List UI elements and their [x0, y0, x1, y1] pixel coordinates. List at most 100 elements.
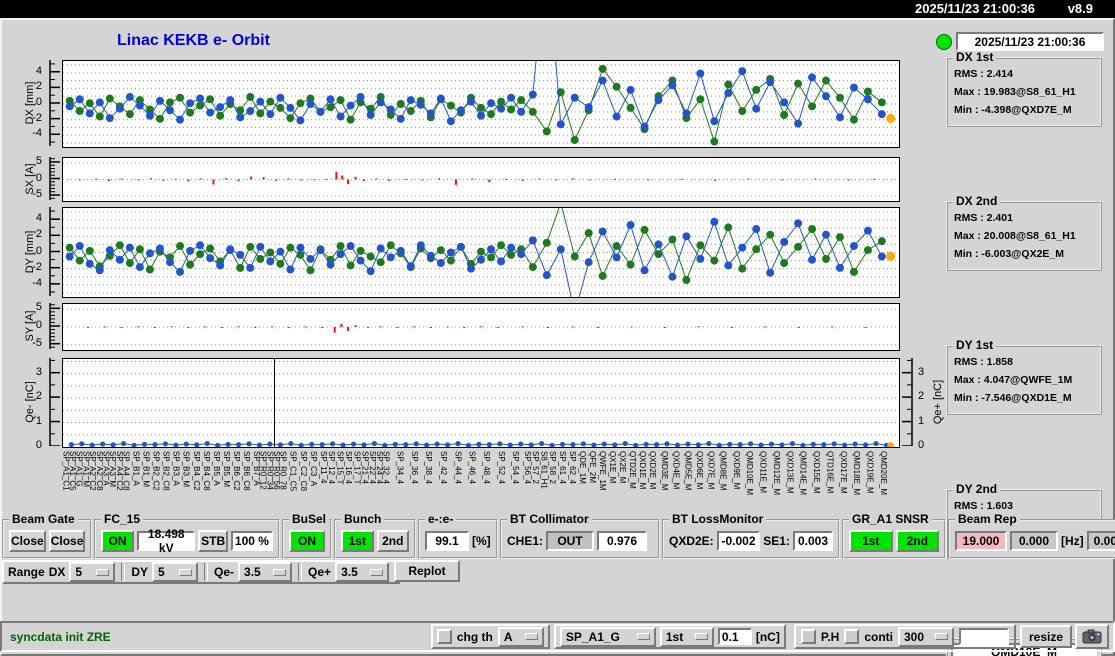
stats-rms: RMS : 2.414 [954, 68, 1013, 80]
beam-gate-close-button-1[interactable]: Close [9, 530, 46, 552]
dropdown-indicator-icon [694, 633, 708, 640]
y-axis-right-q [901, 358, 914, 447]
chg-th-label: chg th [456, 629, 493, 644]
range-dy-value: 5 [158, 565, 165, 579]
bunch-select-title: Bunch [341, 513, 385, 526]
page-title: Linac KEKB e- Orbit [117, 32, 270, 49]
range-toolbar: Range DX 5 DY 5 Qe- 3.5 Qe+ 3.5 [2, 560, 400, 584]
range-dx-value: 5 [75, 565, 83, 579]
bpm-label: SP_54_4 [511, 451, 521, 484]
linac-orbit-window: 2025/11/23 21:00:36 v8.9 Linac KEKB e- O… [0, 0, 1115, 656]
che1-label: CHE1: [507, 534, 544, 548]
bt-lossmonitor-title: BT LossMonitor [669, 513, 767, 526]
conti-checkbox[interactable] [844, 629, 860, 644]
y-axis-title-sy: SY [A] [24, 310, 36, 342]
range-dy-dropdown[interactable]: 5 [152, 562, 199, 582]
y-tick-dx: -4 [32, 127, 42, 140]
conti-label: conti [864, 629, 893, 644]
dropdown-indicator-icon [96, 568, 110, 576]
gr-a1-2nd-button[interactable]: 2nd [895, 530, 939, 552]
bpm-label: SP_A4_C8 [121, 451, 131, 491]
bpm-label: SP_16_4 [343, 451, 353, 484]
range-qem-label: Qe- [214, 565, 235, 579]
bpm-label: SP_15_T [335, 451, 345, 485]
screenshot-button[interactable] [1075, 624, 1109, 649]
bpm-label: QMD3E_M [659, 451, 669, 491]
bpm-label: SP_52_4 [496, 451, 506, 484]
bunch-1st-button[interactable]: 1st [341, 530, 374, 552]
bpm-label: QXD17E_M [838, 451, 848, 494]
chg-th-sector-dropdown[interactable]: A [497, 626, 544, 647]
y-tick-q: 0 [35, 439, 42, 451]
bpm-label: SP_B6_C2 [231, 451, 241, 491]
gr-a1-1st-button[interactable]: 1st [849, 530, 893, 552]
stats-group-dx-2nd: DX 2nd RMS : 2.401 Max : 20.008@S8_61_H1 Mi… [946, 195, 1102, 271]
dropdown-indicator-icon [179, 568, 193, 576]
stats-title: DX 2nd [953, 195, 1001, 208]
bpm-label: SP_17_T [352, 451, 362, 485]
device-status-row: Beam Gate Close Close FC_15 ON 18.498 kV… [2, 513, 1115, 559]
qxd2e-readout: -0.002 [716, 531, 761, 551]
status-message: syncdata init ZRE [10, 629, 111, 644]
fc15-on-button[interactable]: ON [101, 530, 135, 552]
bt-lossmonitor-group: BT LossMonitor QXD2E: -0.002 SE1: 0.003 [662, 513, 840, 559]
bpm-select-panel: SP_A1_G 1st [nC] [553, 624, 786, 649]
stats-title: DY 2nd [953, 483, 1001, 496]
bpm-label: QX1E_M [608, 451, 618, 484]
acquisition-timestamp: 2025/11/23 21:00:36 [956, 32, 1104, 51]
bpm-label: SP_58_2 [547, 451, 557, 484]
bpm-label: SP_61_4 [557, 451, 567, 484]
chg-th-checkbox[interactable] [436, 629, 452, 644]
ph-checkbox[interactable] [800, 629, 816, 644]
stats-max: Max : 20.008@S8_61_H1 [954, 230, 1076, 242]
bpm-label: SP_B2_C2 [151, 451, 161, 491]
y-axis-dx [48, 60, 61, 146]
bpm-label: SP_C2_C8 [298, 451, 308, 492]
acquisition-panel: P.H conti 300 [793, 624, 1016, 649]
spare-input[interactable] [959, 628, 1009, 645]
stats-rms: RMS : 1.858 [954, 356, 1013, 368]
bpm-x-axis-labels: SP_A1_C1 SP_A1_C5 SP_A1_G SP_A1_M SP_A2_C2 SP… [62, 449, 898, 512]
che1-state-button[interactable]: OUT [546, 531, 595, 551]
busel-on-button[interactable]: ON [289, 530, 325, 552]
bunch-2nd-button[interactable]: 2nd [376, 530, 409, 552]
fc15-stb-button[interactable]: STB [198, 530, 228, 552]
bpm-label: QXD7E_M [706, 451, 716, 490]
bpm-label: SP_48_4 [481, 451, 491, 484]
range-qe-plus-dropdown[interactable]: 3.5 [335, 562, 390, 582]
beam-rep-alarm-readout: 19.000 [955, 531, 1007, 551]
bpm-dropdown-value: SP_A1_G [565, 629, 620, 644]
plot-dx [62, 60, 900, 148]
bpm-label: QTD16E_M [825, 451, 835, 494]
bpm-label: QXD11E_M [758, 451, 768, 494]
bpm-label: QXD13E_M [785, 451, 795, 494]
bpm-label: QXD1E_M [638, 451, 648, 490]
dropdown-indicator-icon [524, 633, 538, 640]
gr-a1-snsr-title: GR_A1 SNSR [849, 513, 932, 526]
threshold-input[interactable] [717, 628, 752, 645]
replot-button[interactable]: Replot [394, 560, 460, 582]
bpm-bunch-dropdown[interactable]: 1st [659, 626, 714, 647]
interval-dropdown[interactable]: 300 [898, 626, 954, 647]
separator [204, 563, 209, 581]
bpm-label: QXD4E_M [671, 451, 681, 490]
bpm-label: QMD10E_M [745, 451, 755, 496]
y-axis-sx [48, 157, 61, 200]
bpm-dropdown[interactable]: SP_A1_G [559, 626, 656, 647]
bpm-label: SP_44_4 [453, 451, 463, 484]
y-axis-sy [48, 303, 61, 349]
resize-button[interactable]: resize [1020, 625, 1072, 648]
y-axis-title-dy: DY [mm] [24, 230, 36, 273]
y-tick-dy: 4 [35, 212, 42, 225]
range-dy-label: DY [131, 565, 149, 579]
range-qe-minus-dropdown[interactable]: 3.5 [238, 562, 293, 582]
range-dx-dropdown[interactable]: 5 [69, 562, 116, 582]
bpm-label: SP_B3_M [181, 451, 191, 488]
stats-max: Max : 19.983@S8_61_H1 [954, 86, 1076, 98]
busel-title: BuSel [289, 513, 330, 526]
fc15-percent-readout: 100 % [230, 531, 273, 551]
threshold-unit: [nC] [755, 629, 780, 644]
bpm-label: QMD14E_M [798, 451, 808, 496]
beam-gate-close-button-2[interactable]: Close [48, 530, 86, 552]
bpm-label: SP_B4_C8 [201, 451, 211, 491]
